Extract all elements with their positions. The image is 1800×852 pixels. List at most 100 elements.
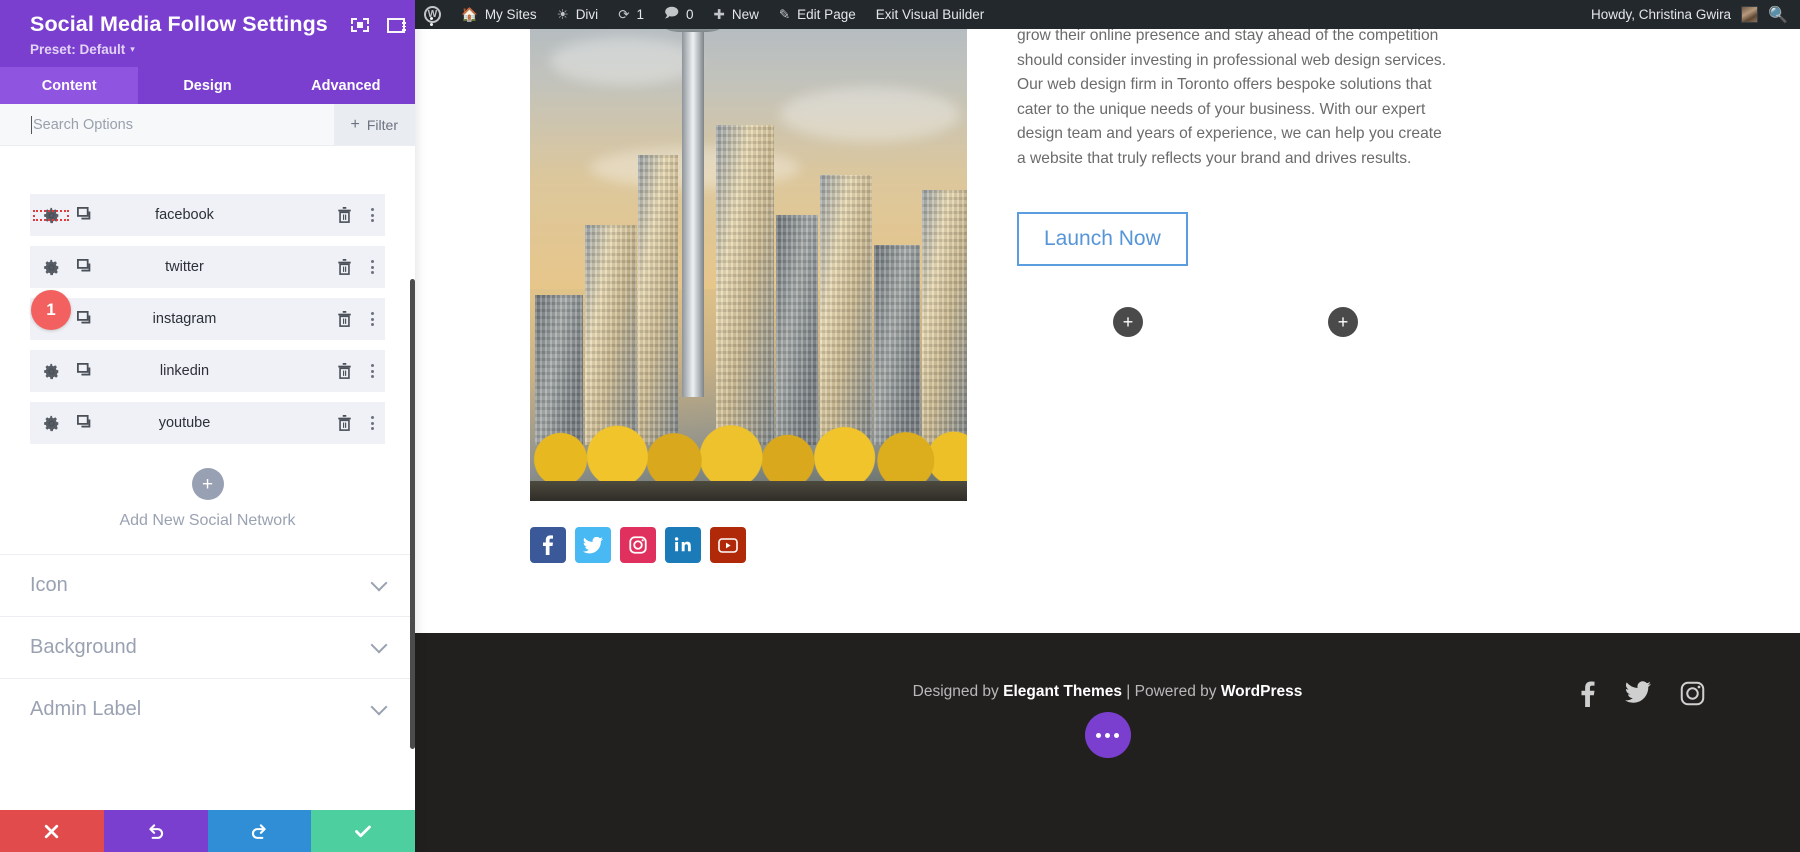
sites-icon: 🏠 (461, 7, 478, 23)
content-section: grow their online presence and stay ahea… (415, 29, 1800, 633)
redo-button[interactable] (208, 810, 312, 852)
footer-facebook-icon[interactable] (1580, 681, 1596, 714)
footer-elegant-themes[interactable]: Elegant Themes (1003, 683, 1122, 700)
footer-social-links (1580, 681, 1705, 714)
filter-button[interactable]: + Filter (334, 104, 415, 145)
cloud-shape (780, 87, 960, 142)
hero-image (530, 29, 967, 501)
save-button[interactable] (311, 810, 415, 852)
table-row[interactable]: instagram (30, 298, 385, 340)
fab-dot (1105, 733, 1110, 738)
duplicate-icon[interactable] (72, 207, 98, 223)
chevron-down-icon: ▾ (130, 44, 135, 55)
admin-bar-divi[interactable]: ☀ Divi (547, 0, 609, 29)
delete-icon[interactable] (329, 415, 359, 431)
footer-wordpress[interactable]: WordPress (1221, 683, 1303, 700)
footer-twitter-icon[interactable] (1625, 681, 1651, 714)
admin-bar-exit-visual-builder[interactable]: Exit Visual Builder (866, 0, 995, 29)
focus-mode-icon[interactable] (350, 15, 370, 35)
add-module-button-left[interactable]: + (1113, 307, 1143, 337)
row-more-options-icon[interactable] (359, 260, 385, 274)
search-icon[interactable]: 🔍 (1768, 5, 1788, 25)
settings-gear-icon[interactable] (30, 363, 72, 380)
add-new-social-network[interactable]: + Add New Social Network (0, 454, 415, 554)
accordion-background-section[interactable]: Background (0, 616, 415, 678)
delete-icon[interactable] (329, 207, 359, 223)
page-settings-fab[interactable] (1085, 712, 1131, 758)
update-icon: ⟳ (618, 7, 629, 23)
undo-button[interactable] (104, 810, 208, 852)
preset-selector[interactable]: Preset: Default ▾ (30, 42, 397, 57)
table-row[interactable]: youtube (30, 402, 385, 444)
add-module-button-right[interactable]: + (1328, 307, 1358, 337)
split-view-icon[interactable] (387, 18, 405, 33)
social-button-twitter[interactable] (575, 527, 611, 563)
footer-instagram-icon[interactable] (1680, 681, 1705, 714)
footer-separator: | (1126, 683, 1130, 700)
table-row[interactable]: linkedin (30, 350, 385, 392)
building (638, 155, 678, 445)
launch-now-button[interactable]: Launch Now (1017, 212, 1188, 266)
social-button-instagram[interactable] (620, 527, 656, 563)
network-name: instagram (98, 311, 329, 327)
duplicate-icon[interactable] (72, 415, 98, 431)
network-name: youtube (98, 415, 329, 431)
more-options-icon[interactable] (422, 15, 442, 35)
footer-powered-by: Powered by (1135, 683, 1217, 700)
delete-icon[interactable] (329, 363, 359, 379)
redo-icon (250, 822, 269, 841)
add-plus-icon[interactable]: + (192, 468, 224, 500)
table-row[interactable]: twitter (30, 246, 385, 288)
text-cursor (31, 116, 32, 134)
admin-bar-account-area: Howdy, Christina Gwira 🔍 (1591, 5, 1800, 25)
panel-header: Social Media Follow Settings Preset: Def… (0, 0, 415, 67)
tab-content[interactable]: Content (0, 67, 138, 104)
chevron-down-icon (371, 698, 388, 715)
admin-bar-updates[interactable]: ⟳ 1 (608, 0, 654, 29)
accordion-label: Background (30, 636, 373, 659)
settings-gear-icon[interactable] (30, 207, 72, 224)
checkmark-icon (353, 821, 373, 841)
tab-design[interactable]: Design (138, 67, 276, 104)
network-name: facebook (98, 207, 329, 223)
delete-icon[interactable] (329, 259, 359, 275)
row-more-options-icon[interactable] (359, 364, 385, 378)
delete-icon[interactable] (329, 311, 359, 327)
panel-header-icons (350, 15, 442, 35)
building (922, 190, 967, 445)
duplicate-icon[interactable] (72, 259, 98, 275)
admin-bar-my-sites[interactable]: 🏠 My Sites (451, 0, 547, 29)
youtube-icon (718, 538, 738, 553)
tab-advanced[interactable]: Advanced (277, 67, 415, 104)
settings-gear-icon[interactable] (30, 415, 72, 432)
admin-bar-updates-count: 1 (637, 7, 645, 22)
avatar[interactable] (1741, 6, 1758, 23)
pencil-icon: ✎ (779, 7, 790, 23)
admin-bar-comments[interactable]: 🗩 0 (654, 0, 704, 29)
row-more-options-icon[interactable] (359, 208, 385, 222)
social-button-facebook[interactable] (530, 527, 566, 563)
search-input[interactable] (0, 117, 334, 133)
admin-bar-howdy-label[interactable]: Howdy, Christina Gwira (1591, 7, 1731, 22)
close-icon (43, 823, 60, 840)
row-more-options-icon[interactable] (359, 312, 385, 326)
duplicate-icon[interactable] (72, 363, 98, 379)
accordion-label: Icon (30, 574, 373, 597)
social-button-youtube[interactable] (710, 527, 746, 563)
row-more-options-icon[interactable] (359, 416, 385, 430)
plus-icon: ✚ (714, 7, 725, 23)
text-module: grow their online presence and stay ahea… (1017, 29, 1447, 266)
table-row[interactable]: facebook (30, 194, 385, 236)
social-button-linkedin[interactable] (665, 527, 701, 563)
settings-gear-icon[interactable] (30, 259, 72, 276)
accordion-admin-label-section[interactable]: Admin Label (0, 678, 415, 740)
cancel-button[interactable] (0, 810, 104, 852)
autumn-trees (530, 421, 967, 485)
fab-dot (1096, 733, 1101, 738)
accordion-icon-section[interactable]: Icon (0, 554, 415, 616)
panel-scrollbar[interactable] (410, 279, 415, 749)
admin-bar-edit-page[interactable]: ✎ Edit Page (769, 0, 866, 29)
admin-bar-new[interactable]: ✚ New (704, 0, 769, 29)
social-follow-module (530, 527, 746, 563)
duplicate-icon[interactable] (72, 311, 98, 327)
